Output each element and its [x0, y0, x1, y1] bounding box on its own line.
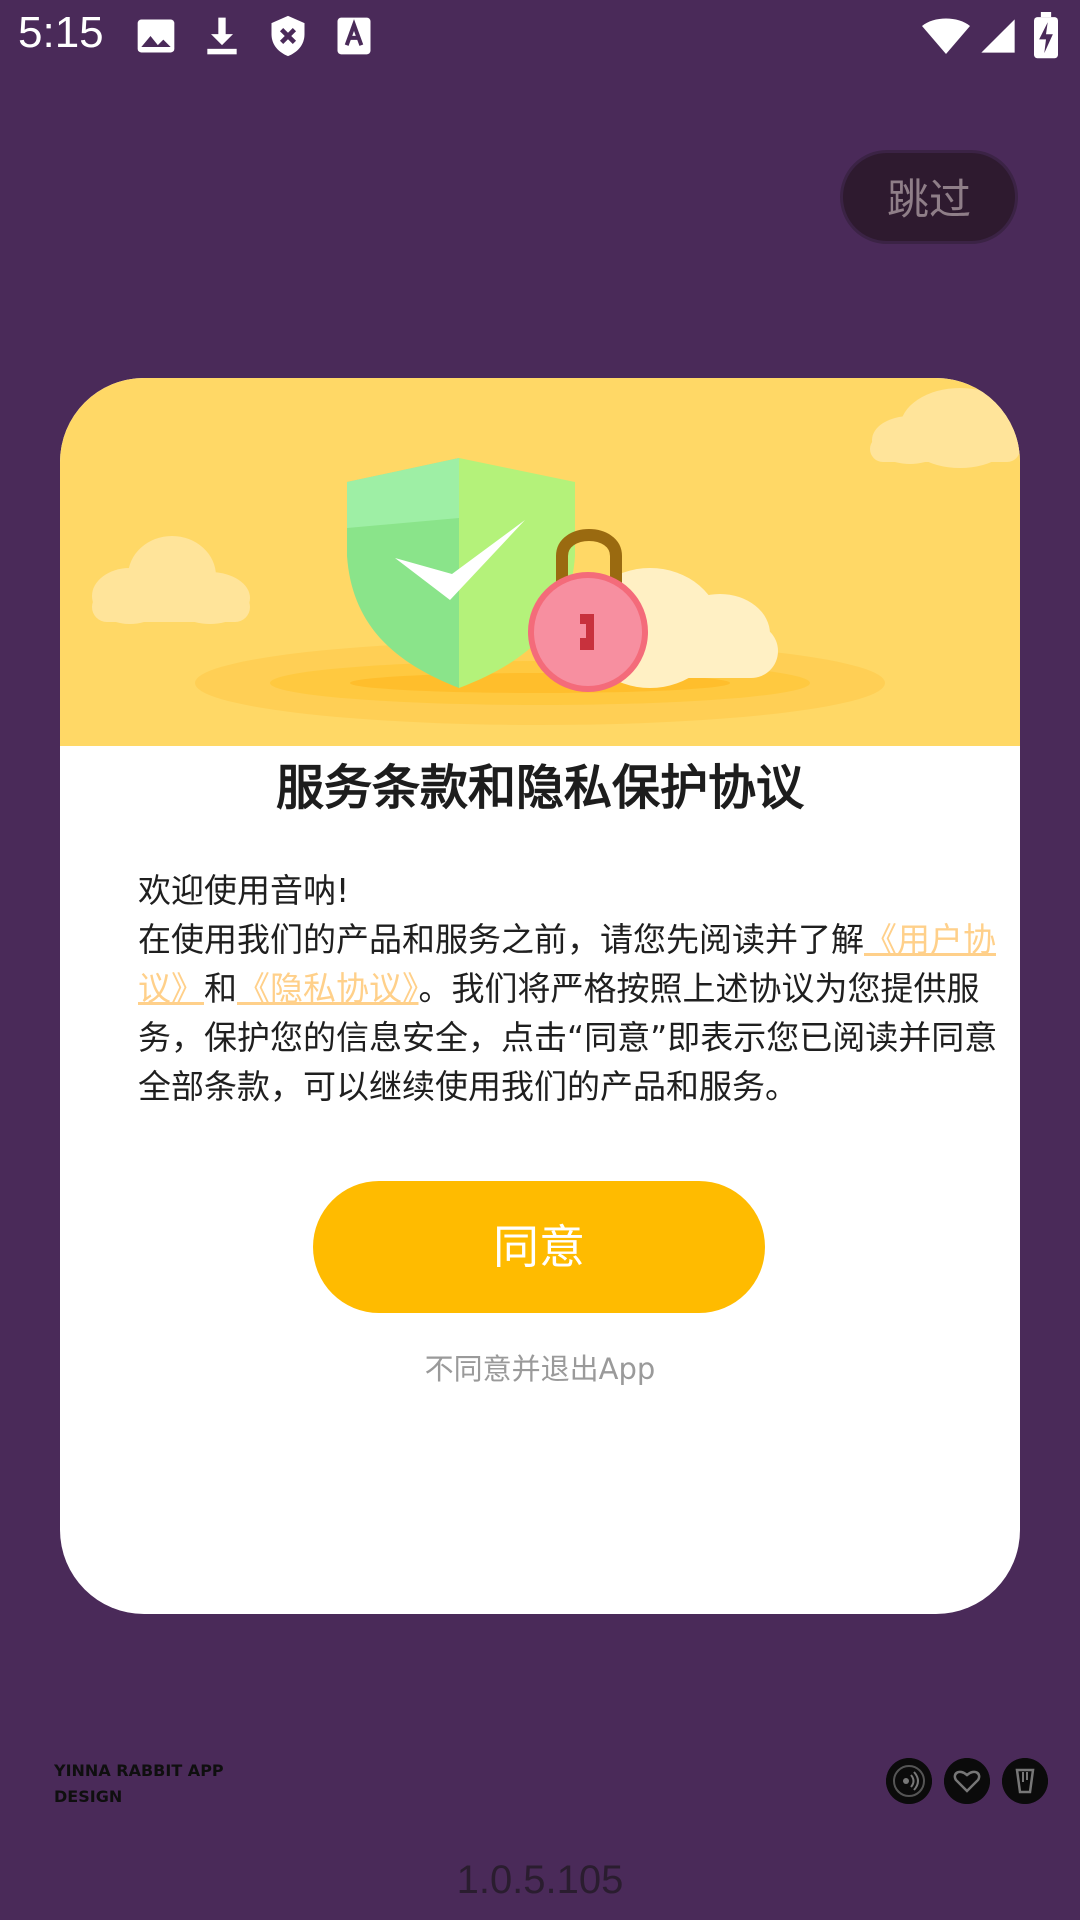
decline-exit-link[interactable]: 不同意并退出App [60, 1346, 1020, 1388]
agreement-text-start: 在使用我们的产品和服务之前，请您先阅读并了解 [138, 920, 864, 959]
keyboard-a-icon [337, 17, 371, 55]
cloud-icon [92, 536, 250, 624]
privacy-agreement-link[interactable]: 《隐私协议》 [237, 969, 419, 1008]
glass-icon [1002, 1758, 1048, 1804]
battery-charging-icon [1034, 12, 1058, 59]
welcome-text: 欢迎使用音呐! [138, 871, 350, 910]
agreement-and-text: 和 [204, 969, 237, 1008]
bottom-icon-group [886, 1758, 1050, 1806]
agreement-paragraph: 在使用我们的产品和服务之前，请您先阅读并了解《用户协议》和《隐私协议》。我们将严… [138, 915, 1002, 1111]
status-time: 5:15 [18, 8, 104, 57]
agree-button[interactable]: 同意 [313, 1181, 765, 1313]
image-icon [137, 19, 175, 53]
wifi-icon [922, 18, 970, 54]
signal-icon [981, 19, 1015, 53]
brand-line-1: YINNA RABBIT APP [54, 1761, 224, 1780]
download-icon [207, 17, 237, 55]
sound-icon [886, 1758, 932, 1804]
brand-text: YINNA RABBIT APP DESIGN [54, 1758, 274, 1810]
privacy-dialog: 服务条款和隐私保护协议 欢迎使用音呐! 在使用我们的产品和服务之前，请您先阅读并… [60, 378, 1020, 1614]
brand-line-2: DESIGN [54, 1787, 123, 1806]
security-illustration [92, 388, 1020, 725]
shield-x-icon [271, 15, 305, 57]
cloud-icon [870, 388, 1020, 468]
dialog-body: 欢迎使用音呐! 在使用我们的产品和服务之前，请您先阅读并了解《用户协议》和《隐私… [138, 866, 1002, 1111]
dialog-title: 服务条款和隐私保护协议 [275, 760, 804, 816]
dialog-banner [60, 378, 1020, 746]
app-version: 1.0.5.105 [456, 1858, 624, 1902]
heart-icon [944, 1758, 990, 1804]
skip-button[interactable]: 跳过 [840, 150, 1018, 244]
status-bar: 5:15 [0, 0, 1080, 72]
